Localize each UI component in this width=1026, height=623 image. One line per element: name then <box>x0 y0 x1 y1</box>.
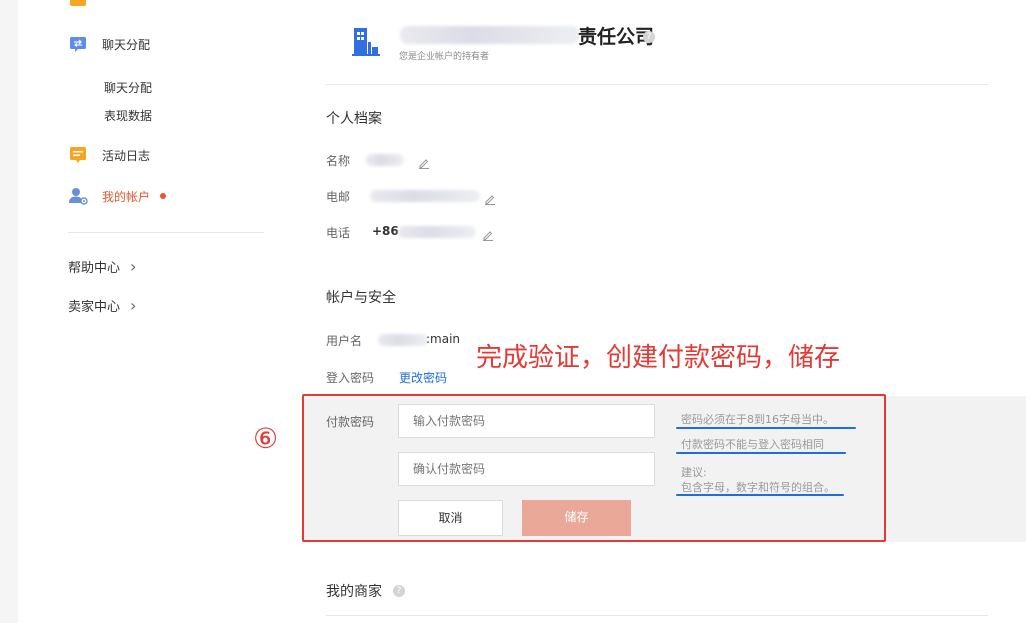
help-center-label: 帮助中心 <box>68 261 121 276</box>
company-help-icon[interactable]: ? <box>643 31 655 43</box>
sidebar-subitem-chat-assign[interactable]: 聊天分配 <box>104 79 152 96</box>
merchant-divider <box>326 615 988 616</box>
sidebar-item-label: 聊天分配 <box>102 37 151 52</box>
username-redacted <box>378 334 428 346</box>
top-partial-icon <box>70 0 86 6</box>
sidebar: 聊天分配 聊天分配 表现数据 活动日志 我的帐户 帮助中心 › 卖家中心 › <box>18 0 288 623</box>
sidebar-seller-center[interactable]: 卖家中心 › <box>68 296 136 315</box>
account-icon <box>68 186 88 206</box>
edit-name-icon[interactable] <box>418 154 430 169</box>
annotation-highlight-box <box>302 394 886 542</box>
annotation-instruction: 完成验证，创建付款密码，储存 <box>476 343 841 373</box>
name-label: 名称 <box>326 154 351 168</box>
email-redacted <box>370 190 480 202</box>
login-password-label: 登入密码 <box>326 371 375 385</box>
sidebar-help-center[interactable]: 帮助中心 › <box>68 257 136 276</box>
phone-label: 电话 <box>326 226 351 240</box>
company-building-icon <box>352 26 380 58</box>
chevron-right-icon: › <box>130 296 137 315</box>
name-redacted <box>366 154 404 166</box>
activity-log-icon <box>68 145 88 165</box>
phone-redacted <box>398 226 476 238</box>
sidebar-item-activity-log[interactable]: 活动日志 <box>68 145 150 165</box>
chevron-right-icon: › <box>130 257 137 276</box>
security-title: 帐户与安全 <box>326 290 396 306</box>
edit-phone-icon[interactable] <box>482 226 494 241</box>
sidebar-subitem-performance[interactable]: 表现数据 <box>104 107 152 124</box>
email-label: 电邮 <box>326 190 351 204</box>
merchant-help-icon[interactable]: ? <box>393 585 405 597</box>
edit-email-icon[interactable] <box>484 190 496 205</box>
change-password-link[interactable]: 更改密码 <box>399 369 447 386</box>
annotation-step-number: ⑥ <box>253 422 279 455</box>
owner-note: 您是企业帐户的持有者 <box>399 52 490 62</box>
sidebar-item-my-account[interactable]: 我的帐户 <box>68 186 167 206</box>
profile-title: 个人档案 <box>326 111 382 127</box>
header-divider <box>326 84 988 85</box>
seller-center-label: 卖家中心 <box>68 300 121 315</box>
active-dot <box>160 193 167 199</box>
chat-assign-icon <box>68 34 88 54</box>
sidebar-item-chat-assign[interactable]: 聊天分配 <box>68 34 150 54</box>
username-label: 用户名 <box>326 334 363 348</box>
sidebar-item-label: 活动日志 <box>102 148 151 163</box>
phone-prefix: +86 <box>372 224 399 238</box>
sidebar-divider <box>68 232 264 233</box>
sidebar-item-label: 我的帐户 <box>102 189 151 204</box>
username-suffix: :main <box>426 332 461 346</box>
company-name-redacted <box>400 26 580 44</box>
merchant-title: 我的商家 <box>326 584 382 600</box>
